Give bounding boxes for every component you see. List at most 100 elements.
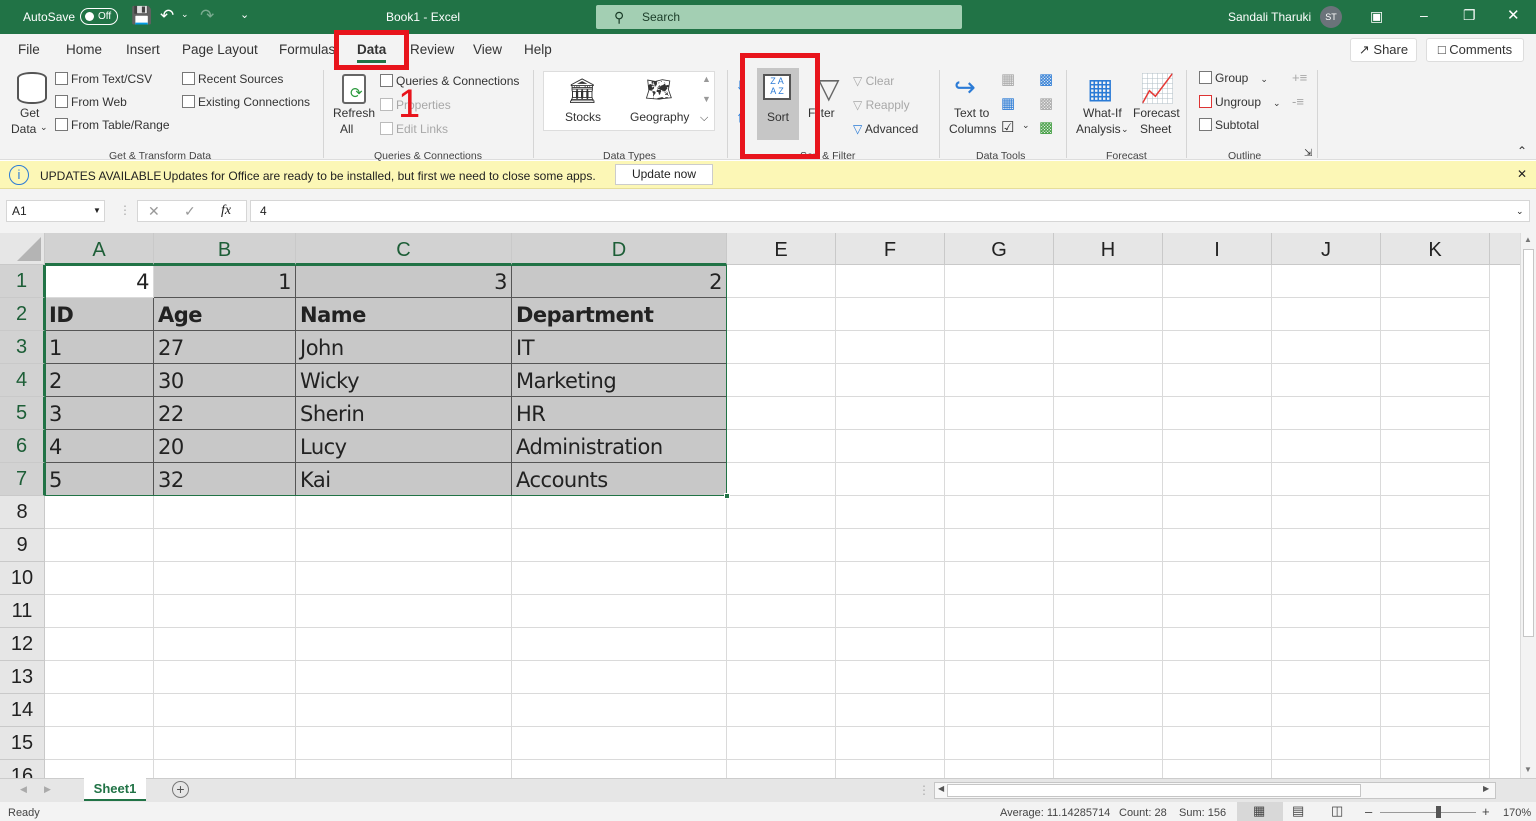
cell-e8[interactable]: [727, 496, 836, 529]
cell-d11[interactable]: [512, 595, 727, 628]
cell-d1[interactable]: 2: [512, 265, 727, 298]
cell-a15[interactable]: [45, 727, 154, 760]
minimize-icon[interactable]: –: [1420, 7, 1428, 23]
row-header-1[interactable]: 1: [0, 265, 45, 298]
forecast-sheet-label[interactable]: Sheet: [1140, 122, 1171, 136]
cell-i9[interactable]: [1163, 529, 1272, 562]
cell-g12[interactable]: [945, 628, 1054, 661]
refresh-all-button[interactable]: Refresh: [333, 106, 375, 120]
cell-e13[interactable]: [727, 661, 836, 694]
cell-e1[interactable]: [727, 265, 836, 298]
user-name[interactable]: Sandali Tharuki: [1228, 10, 1311, 24]
cell-k13[interactable]: [1381, 661, 1490, 694]
split-handle-icon[interactable]: ⋮: [918, 783, 930, 797]
cell-f16[interactable]: [836, 760, 945, 778]
column-header-h[interactable]: H: [1054, 233, 1163, 265]
prev-sheet-icon[interactable]: ◀: [20, 784, 27, 795]
scroll-up-icon[interactable]: ▲: [1524, 235, 1532, 244]
page-break-view-icon[interactable]: ◫: [1331, 803, 1343, 819]
get-data-button[interactable]: Get: [20, 106, 39, 120]
cell-e15[interactable]: [727, 727, 836, 760]
row-header-15[interactable]: 15: [0, 727, 45, 760]
cell-i10[interactable]: [1163, 562, 1272, 595]
tab-help[interactable]: Help: [524, 42, 552, 57]
cell-b6[interactable]: 20: [154, 430, 296, 463]
cell-k12[interactable]: [1381, 628, 1490, 661]
cell-e7[interactable]: [727, 463, 836, 496]
cell-j6[interactable]: [1272, 430, 1381, 463]
cell-d5[interactable]: HR: [512, 397, 727, 430]
cell-k2[interactable]: [1381, 298, 1490, 331]
scroll-right-icon[interactable]: ▶: [1483, 784, 1489, 793]
cell-e9[interactable]: [727, 529, 836, 562]
cell-a13[interactable]: [45, 661, 154, 694]
cell-k11[interactable]: [1381, 595, 1490, 628]
cell-i1[interactable]: [1163, 265, 1272, 298]
cell-g9[interactable]: [945, 529, 1054, 562]
cell-f12[interactable]: [836, 628, 945, 661]
cell-c8[interactable]: [296, 496, 512, 529]
redo-icon[interactable]: ↷: [200, 6, 214, 26]
cell-d7[interactable]: Accounts: [512, 463, 727, 496]
scroll-left-icon[interactable]: ◀: [938, 784, 944, 793]
drag-handle-icon[interactable]: ⋮: [119, 203, 131, 217]
cell-g14[interactable]: [945, 694, 1054, 727]
cell-a4[interactable]: 2: [45, 364, 154, 397]
cell-d14[interactable]: [512, 694, 727, 727]
ribbon-display-icon[interactable]: ▣: [1370, 8, 1383, 25]
column-header-g[interactable]: G: [945, 233, 1054, 265]
geography-button[interactable]: Geography: [630, 110, 689, 124]
row-header-13[interactable]: 13: [0, 661, 45, 694]
zoom-slider[interactable]: [1380, 812, 1476, 813]
tab-home[interactable]: Home: [66, 42, 102, 57]
from-web-button[interactable]: From Web: [55, 95, 127, 109]
cell-f6[interactable]: [836, 430, 945, 463]
cell-i13[interactable]: [1163, 661, 1272, 694]
cell-d3[interactable]: IT: [512, 331, 727, 364]
cell-b9[interactable]: [154, 529, 296, 562]
cell-c3[interactable]: John: [296, 331, 512, 364]
cell-g16[interactable]: [945, 760, 1054, 778]
cell-h15[interactable]: [1054, 727, 1163, 760]
cell-h4[interactable]: [1054, 364, 1163, 397]
cell-c10[interactable]: [296, 562, 512, 595]
column-header-f[interactable]: F: [836, 233, 945, 265]
sheet-tab-sheet1[interactable]: Sheet1: [84, 778, 146, 801]
cell-h12[interactable]: [1054, 628, 1163, 661]
horizontal-scroll-thumb[interactable]: [947, 784, 1361, 797]
avatar[interactable]: ST: [1320, 6, 1342, 28]
cell-j3[interactable]: [1272, 331, 1381, 364]
zoom-level[interactable]: 170%: [1503, 807, 1531, 819]
cell-f4[interactable]: [836, 364, 945, 397]
cell-j1[interactable]: [1272, 265, 1381, 298]
status-average[interactable]: Average: 11.14285714: [1000, 807, 1110, 819]
expand-formula-icon[interactable]: ⌄: [1516, 201, 1524, 221]
cell-e12[interactable]: [727, 628, 836, 661]
cell-a11[interactable]: [45, 595, 154, 628]
cell-f9[interactable]: [836, 529, 945, 562]
name-box[interactable]: A1 ▼: [6, 200, 105, 222]
cell-d13[interactable]: [512, 661, 727, 694]
row-header-4[interactable]: 4: [0, 364, 45, 397]
undo-icon[interactable]: ↶: [160, 6, 174, 26]
cell-f14[interactable]: [836, 694, 945, 727]
cell-a9[interactable]: [45, 529, 154, 562]
subtotal-button[interactable]: Subtotal: [1199, 118, 1259, 132]
cell-g7[interactable]: [945, 463, 1054, 496]
cell-a8[interactable]: [45, 496, 154, 529]
cell-g15[interactable]: [945, 727, 1054, 760]
stocks-button[interactable]: Stocks: [565, 110, 601, 124]
zoom-in-icon[interactable]: +: [1482, 804, 1490, 819]
cell-k6[interactable]: [1381, 430, 1490, 463]
cell-j8[interactable]: [1272, 496, 1381, 529]
cell-g6[interactable]: [945, 430, 1054, 463]
cell-g2[interactable]: [945, 298, 1054, 331]
cell-k10[interactable]: [1381, 562, 1490, 595]
dialog-launcher-icon[interactable]: ⇲: [1304, 148, 1312, 159]
data-model-icon[interactable]: ▩: [1039, 118, 1053, 136]
save-icon[interactable]: 💾: [131, 6, 152, 26]
cell-c6[interactable]: Lucy: [296, 430, 512, 463]
cell-j5[interactable]: [1272, 397, 1381, 430]
cell-a16[interactable]: [45, 760, 154, 778]
advanced-button[interactable]: ▽ Advanced: [853, 122, 918, 136]
